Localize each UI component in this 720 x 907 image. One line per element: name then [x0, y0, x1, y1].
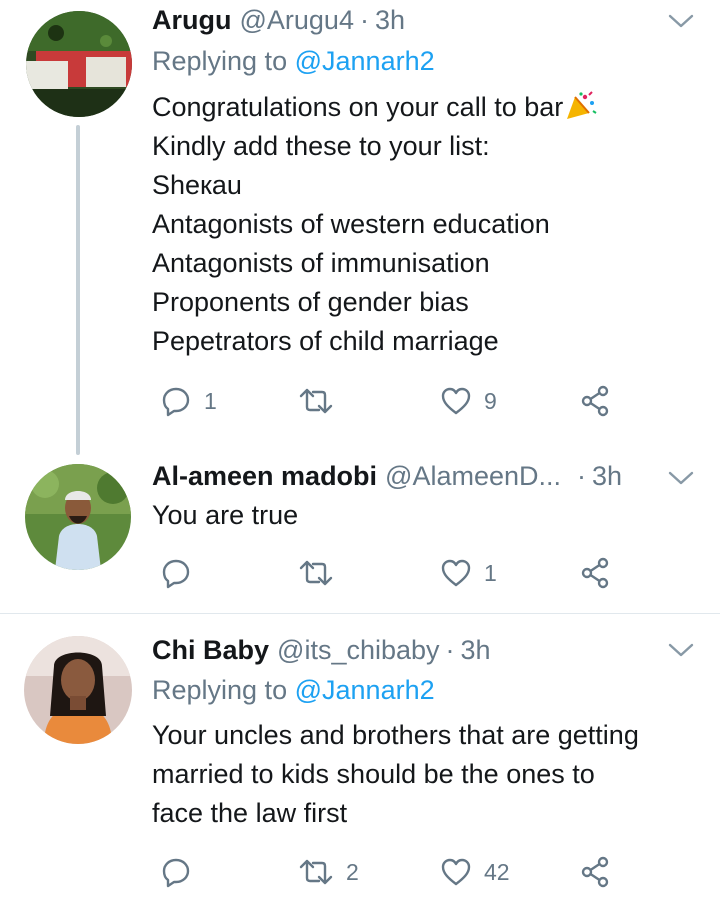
like-count: 9	[484, 387, 497, 414]
share-button[interactable]	[579, 381, 611, 421]
chevron-down-icon[interactable]	[666, 6, 696, 36]
display-name[interactable]: Arugu	[152, 5, 231, 36]
tweet-line: face the law first	[152, 798, 348, 828]
tweet-line: Antagonists of immunisation	[152, 248, 490, 278]
tweet-header: Chi Baby @its_chibaby · 3h	[152, 633, 491, 667]
display-name[interactable]: Chi Baby	[152, 635, 269, 666]
reply-button[interactable]: 1	[160, 381, 217, 421]
share-icon	[581, 385, 609, 417]
chevron-down-icon[interactable]	[666, 635, 696, 665]
separator-dot: ·	[577, 460, 587, 491]
like-count: 42	[484, 858, 510, 885]
tweet-line: Proponents of gender bias	[152, 287, 469, 317]
retweet-icon	[299, 388, 333, 414]
user-handle[interactable]: @its_chibaby	[277, 635, 440, 666]
reply-icon	[162, 858, 190, 888]
timestamp[interactable]: 3h	[592, 461, 622, 492]
like-button[interactable]: 42	[440, 852, 510, 892]
timestamp[interactable]: 3h	[375, 5, 405, 36]
heart-icon	[441, 387, 471, 415]
heart-icon	[441, 559, 471, 587]
replying-prefix: Replying to	[152, 675, 288, 705]
retweet-button[interactable]	[298, 381, 346, 421]
mention-link[interactable]: @Jannarh2	[295, 46, 435, 76]
reply-button[interactable]	[160, 852, 204, 892]
retweet-icon	[299, 859, 333, 885]
chevron-down-icon[interactable]	[666, 463, 696, 493]
retweet-button[interactable]: 2	[298, 852, 359, 892]
like-count: 1	[484, 559, 497, 586]
share-icon	[581, 856, 609, 888]
tweet-line: Congratulations on your call to bar	[152, 88, 597, 127]
reply-count: 1	[204, 387, 217, 414]
tweet-line: Antagonists of western education	[152, 209, 550, 239]
reply-icon	[162, 559, 190, 589]
share-button[interactable]	[579, 852, 611, 892]
tweet-text: You are true	[152, 496, 298, 535]
tweet-line: Kindly add these to your list:	[152, 131, 490, 161]
tweet-actions: 1 9	[0, 381, 720, 421]
tweet-text: Congratulations on your call to bar Kind…	[152, 88, 597, 361]
separator-dot: ·	[445, 634, 455, 665]
tweet-arugu[interactable]: Arugu @Arugu4 · 3h Replying to @Jannarh2…	[0, 0, 720, 455]
tweet-alameen[interactable]: Al-ameen madobi @AlameenD... · 3h You ar…	[0, 455, 720, 613]
tweet-line: Your uncles and brothers that are gettin…	[152, 720, 639, 750]
retweet-icon	[299, 560, 333, 586]
tweet-header: Arugu @Arugu4 · 3h	[152, 3, 405, 37]
tweet-line: married to kids should be the ones to	[152, 759, 595, 789]
share-icon	[581, 557, 609, 589]
replying-prefix: Replying to	[152, 46, 288, 76]
share-button[interactable]	[579, 553, 611, 593]
like-button[interactable]: 9	[440, 381, 497, 421]
tweet-line: Pepetrators of child marriage	[152, 326, 499, 356]
tweet-chibaby[interactable]: Chi Baby @its_chibaby · 3h Replying to @…	[0, 614, 720, 907]
display-name[interactable]: Al-ameen madobi	[152, 461, 377, 492]
replying-to: Replying to @Jannarh2	[152, 675, 435, 706]
heart-icon	[441, 858, 471, 886]
avatar[interactable]	[24, 636, 132, 744]
timestamp[interactable]: 3h	[461, 635, 491, 666]
tweet-line: You are true	[152, 500, 299, 530]
tweet-text: Your uncles and brothers that are gettin…	[152, 716, 639, 833]
like-button[interactable]: 1	[440, 553, 497, 593]
reply-button[interactable]	[160, 553, 204, 593]
separator-dot: ·	[359, 4, 369, 35]
retweet-button[interactable]	[298, 553, 346, 593]
tweet-actions: 2 42	[0, 852, 720, 892]
tweet-header: Al-ameen madobi @AlameenD... · 3h	[152, 459, 622, 493]
tweet-line: Shекau	[152, 170, 242, 200]
reply-icon	[162, 387, 190, 417]
mention-link[interactable]: @Jannarh2	[295, 675, 435, 705]
tweet-actions: 1	[0, 553, 720, 593]
replying-to: Replying to @Jannarh2	[152, 46, 435, 77]
user-handle[interactable]: @Arugu4	[239, 5, 353, 36]
retweet-count: 2	[346, 858, 359, 885]
user-handle[interactable]: @AlameenD...	[385, 461, 561, 492]
party-popper-icon	[563, 91, 597, 121]
avatar[interactable]	[26, 11, 132, 117]
